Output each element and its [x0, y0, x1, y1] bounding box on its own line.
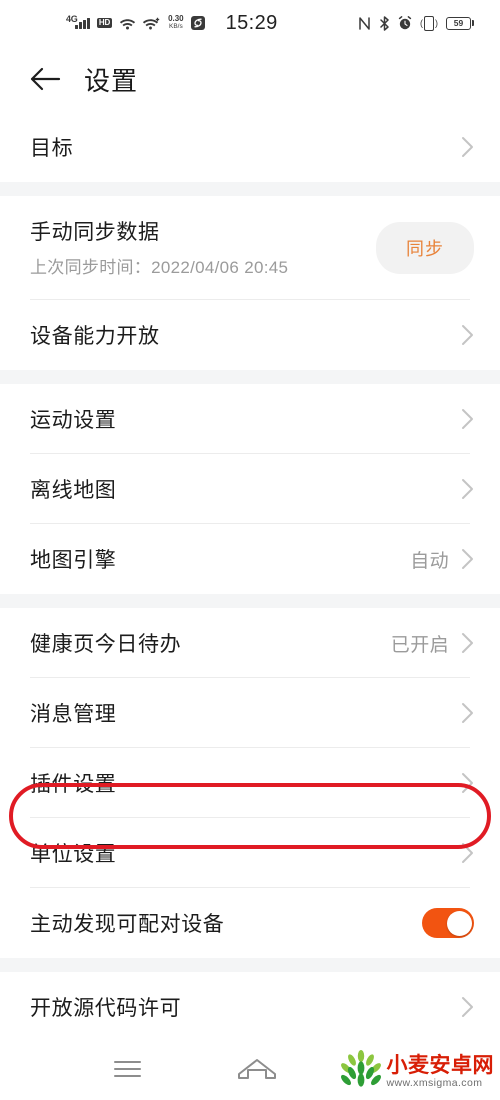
row-label: 插件设置	[30, 773, 117, 796]
row-label: 单位设置	[30, 843, 117, 866]
net-speed-value: 0.30	[168, 14, 184, 23]
row-label: 手动同步数据	[30, 220, 160, 244]
home-icon[interactable]	[222, 1047, 292, 1091]
status-bar-right: () 59	[358, 15, 474, 31]
row-label: 地图引擎	[30, 549, 117, 572]
watermark: 小麦安卓网 www.xmsigma.com	[339, 1049, 495, 1094]
row-label: 消息管理	[30, 703, 117, 726]
battery-cap	[472, 20, 474, 26]
signal-strength-bars	[75, 17, 90, 29]
row-main: 健康页今日待办	[30, 628, 391, 658]
data-saver-icon	[190, 16, 205, 30]
settings-row-device-capability[interactable]: 设备能力开放	[0, 300, 500, 370]
section-divider	[0, 370, 500, 384]
row-label: 设备能力开放	[30, 325, 160, 348]
wifi-plus-icon	[143, 17, 161, 30]
settings-group-2: 手动同步数据 上次同步时间：2022/04/06 20:45 同步 设备能力开放	[0, 196, 500, 370]
row-label: 离线地图	[30, 479, 117, 502]
settings-row-offline-map[interactable]: 离线地图	[0, 454, 500, 524]
settings-row-unit-settings[interactable]: 单位设置	[0, 818, 500, 888]
status-bar-left: 4G HD 0.30 KB/s 15:29	[66, 12, 278, 35]
row-subtitle: 上次同步时间：2022/04/06 20:45	[30, 257, 289, 277]
chevron-right-icon	[461, 702, 474, 724]
watermark-text: 小麦安卓网 www.xmsigma.com	[387, 1055, 495, 1089]
row-label: 健康页今日待办	[30, 633, 182, 656]
section-divider	[0, 182, 500, 196]
settings-row-map-engine[interactable]: 地图引擎 自动	[0, 524, 500, 594]
settings-group-4: 健康页今日待办 已开启 消息管理 插件设置 单位设置 主动发现可配对设备	[0, 608, 500, 958]
settings-row-plugin-settings[interactable]: 插件设置	[0, 748, 500, 818]
row-main: 开放源代码许可	[30, 992, 461, 1022]
row-value: 已开启	[390, 634, 449, 656]
row-main: 地图引擎	[30, 544, 410, 574]
row-label: 主动发现可配对设备	[30, 913, 225, 936]
settings-row-health-today-todo[interactable]: 健康页今日待办 已开启	[0, 608, 500, 678]
settings-row-open-source-license[interactable]: 开放源代码许可	[0, 972, 500, 1042]
chevron-right-icon	[461, 408, 474, 430]
page-header: 设置	[0, 46, 500, 112]
net-speed-unit: KB/s	[168, 23, 183, 30]
net-speed-icon: 0.30 KB/s	[168, 15, 184, 31]
wifi-icon	[119, 17, 136, 30]
chevron-right-icon	[461, 548, 474, 570]
row-main: 手动同步数据 上次同步时间：2022/04/06 20:45	[30, 216, 376, 281]
hamburger-menu-icon[interactable]	[92, 1047, 162, 1091]
section-divider	[0, 594, 500, 608]
chevron-right-icon	[461, 324, 474, 346]
nfc-icon	[358, 16, 371, 31]
chevron-right-icon	[461, 842, 474, 864]
settings-row-message-management[interactable]: 消息管理	[0, 678, 500, 748]
bluetooth-icon	[379, 15, 390, 31]
row-main: 单位设置	[30, 838, 461, 868]
signal-bars-icon: 4G	[66, 13, 90, 29]
settings-list: 目标 手动同步数据 上次同步时间：2022/04/06 20:45 同步 设备能…	[0, 112, 500, 1066]
settings-group-1: 目标	[0, 112, 500, 182]
row-main: 离线地图	[30, 474, 461, 504]
battery-level-label: 59	[446, 16, 471, 30]
settings-row-auto-discover-devices[interactable]: 主动发现可配对设备	[0, 888, 500, 958]
status-bar-clock: 15:29	[225, 11, 278, 34]
settings-group-3: 运动设置 离线地图 地图引擎 自动	[0, 384, 500, 594]
chevron-right-icon	[461, 478, 474, 500]
status-bar: 4G HD 0.30 KB/s 15:29 () 59	[0, 0, 500, 46]
auto-discover-toggle[interactable]	[422, 908, 474, 938]
page-title: 设置	[84, 65, 139, 96]
chevron-right-icon	[461, 136, 474, 158]
network-type-label: 4G	[66, 13, 78, 24]
settings-row-goals[interactable]: 目标	[0, 112, 500, 182]
row-main: 主动发现可配对设备	[30, 908, 422, 938]
row-main: 消息管理	[30, 698, 461, 728]
chevron-right-icon	[461, 632, 474, 654]
back-arrow-icon[interactable]	[28, 62, 62, 96]
row-label: 运动设置	[30, 409, 117, 432]
alarm-icon	[398, 16, 412, 30]
section-divider	[0, 958, 500, 972]
chevron-right-icon	[461, 772, 474, 794]
row-main: 插件设置	[30, 768, 461, 798]
row-main: 运动设置	[30, 404, 461, 434]
sync-button[interactable]: 同步	[376, 222, 474, 274]
row-label: 目标	[30, 137, 74, 160]
row-label: 开放源代码许可	[30, 997, 182, 1020]
hd-icon: HD	[96, 18, 113, 28]
row-main: 目标	[30, 132, 461, 162]
toggle-knob	[446, 910, 472, 936]
watermark-url: www.xmsigma.com	[386, 1076, 483, 1089]
chevron-right-icon	[461, 996, 474, 1018]
settings-row-manual-sync[interactable]: 手动同步数据 上次同步时间：2022/04/06 20:45 同步	[0, 196, 500, 300]
row-value: 自动	[410, 550, 449, 572]
wheat-logo-icon	[339, 1049, 383, 1094]
vibrate-icon: ()	[420, 15, 438, 31]
row-main: 设备能力开放	[30, 320, 461, 350]
settings-row-exercise-settings[interactable]: 运动设置	[0, 384, 500, 454]
watermark-title: 小麦安卓网	[386, 1053, 494, 1077]
battery-icon: 59	[446, 16, 474, 30]
